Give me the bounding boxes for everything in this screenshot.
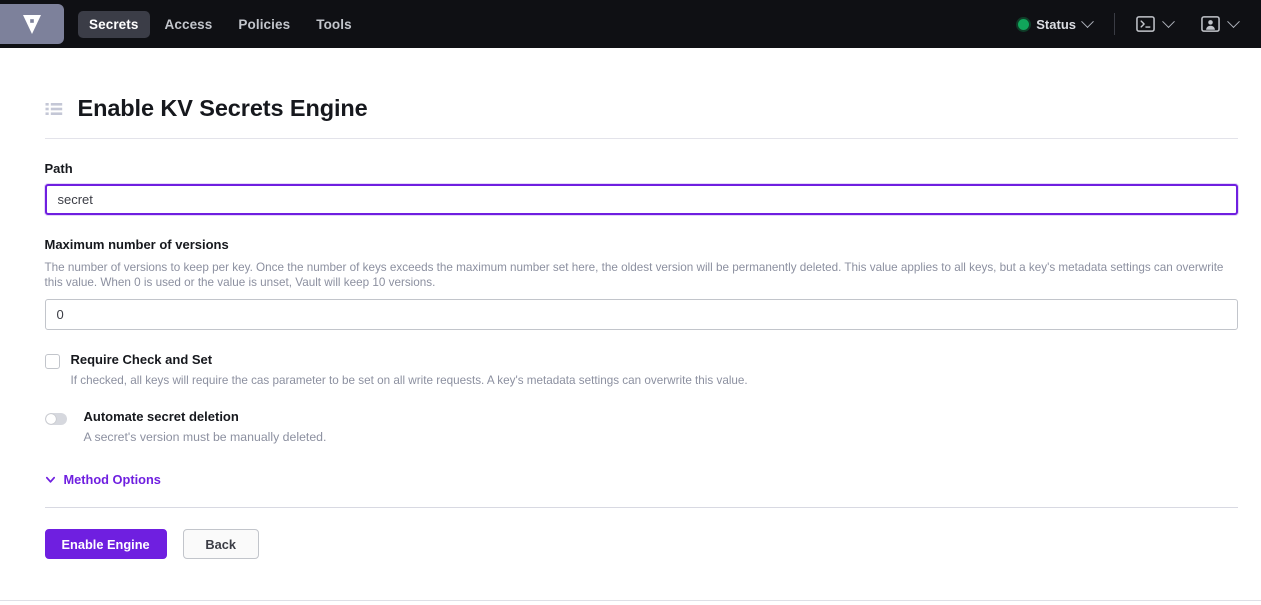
require-check-and-set-checkbox[interactable]	[44, 354, 60, 369]
nav-link-tools[interactable]: Tools	[305, 11, 363, 38]
method-options-label: Method Options	[63, 472, 161, 487]
require-check-and-set-texts: Require Check and Set If checked, all ke…	[71, 352, 748, 389]
app-root: Secrets Access Policies Tools Status Ena…	[0, 0, 1261, 605]
automate-secret-deletion-label: Automate secret deletion	[83, 409, 239, 424]
terminal-icon	[1136, 16, 1155, 32]
page-bottom-border	[0, 600, 1261, 601]
page-title: Enable KV Secrets Engine	[77, 95, 368, 121]
status-label: Status	[1036, 16, 1076, 32]
require-check-and-set-help-text: If checked, all keys will require the ca…	[70, 374, 748, 387]
content-container: Enable KV Secrets Engine Path Maximum nu…	[24, 48, 1238, 559]
nav-link-secrets[interactable]: Secrets	[78, 10, 150, 38]
status-menu-button[interactable]: Status	[1010, 12, 1100, 37]
automate-secret-deletion-row: Automate secret deletion A secret's vers…	[44, 409, 1238, 446]
toggle-knob	[45, 414, 56, 424]
require-check-and-set-row: Require Check and Set If checked, all ke…	[44, 352, 1238, 389]
user-menu-button[interactable]	[1194, 10, 1245, 38]
nav-link-access[interactable]: Access	[154, 11, 224, 38]
nav-link-policies[interactable]: Policies	[227, 11, 301, 38]
enable-engine-button[interactable]: Enable Engine	[44, 529, 167, 559]
page-header: Enable KV Secrets Engine	[44, 48, 1238, 139]
chevron-down-icon	[1162, 14, 1175, 28]
max-versions-input[interactable]	[44, 299, 1238, 330]
path-input[interactable]	[44, 184, 1238, 215]
user-icon	[1201, 16, 1220, 32]
primary-nav: Secrets Access Policies Tools	[78, 10, 363, 38]
max-versions-label: Maximum number of versions	[44, 237, 229, 252]
navbar-divider	[1114, 13, 1115, 35]
nav-link-tools-label: Tools	[316, 16, 352, 32]
nav-link-secrets-label: Secrets	[89, 16, 139, 32]
path-field-group: Path	[44, 161, 1238, 215]
path-label: Path	[44, 161, 73, 176]
list-icon	[45, 102, 62, 115]
max-versions-field-group: Maximum number of versions The number of…	[44, 237, 1238, 330]
status-indicator-icon	[1018, 18, 1030, 30]
vault-logo-button[interactable]	[0, 4, 64, 44]
form-actions: Enable Engine Back	[44, 529, 1238, 559]
require-check-and-set-label: Require Check and Set	[70, 352, 213, 367]
nav-link-access-label: Access	[164, 16, 213, 32]
page-body: Enable KV Secrets Engine Path Maximum nu…	[0, 48, 1261, 559]
console-toggle-button[interactable]	[1129, 10, 1180, 38]
max-versions-help-text: The number of versions to keep per key. …	[44, 261, 1224, 289]
method-options-toggle[interactable]: Method Options	[45, 472, 161, 487]
automate-secret-deletion-help-text: A secret's version must be manually dele…	[83, 430, 327, 444]
chevron-down-icon	[1227, 14, 1240, 28]
automate-secret-deletion-texts: Automate secret deletion A secret's vers…	[78, 409, 327, 446]
navbar-right-group: Status	[1010, 10, 1261, 38]
form-divider	[44, 507, 1238, 508]
chevron-down-icon	[45, 476, 55, 483]
nav-link-policies-label: Policies	[238, 16, 291, 32]
automate-secret-deletion-toggle[interactable]	[44, 413, 67, 425]
chevron-down-icon	[1081, 14, 1094, 28]
vault-logo-icon	[23, 15, 41, 34]
top-navbar: Secrets Access Policies Tools Status	[0, 0, 1261, 48]
back-button[interactable]: Back	[182, 529, 259, 559]
